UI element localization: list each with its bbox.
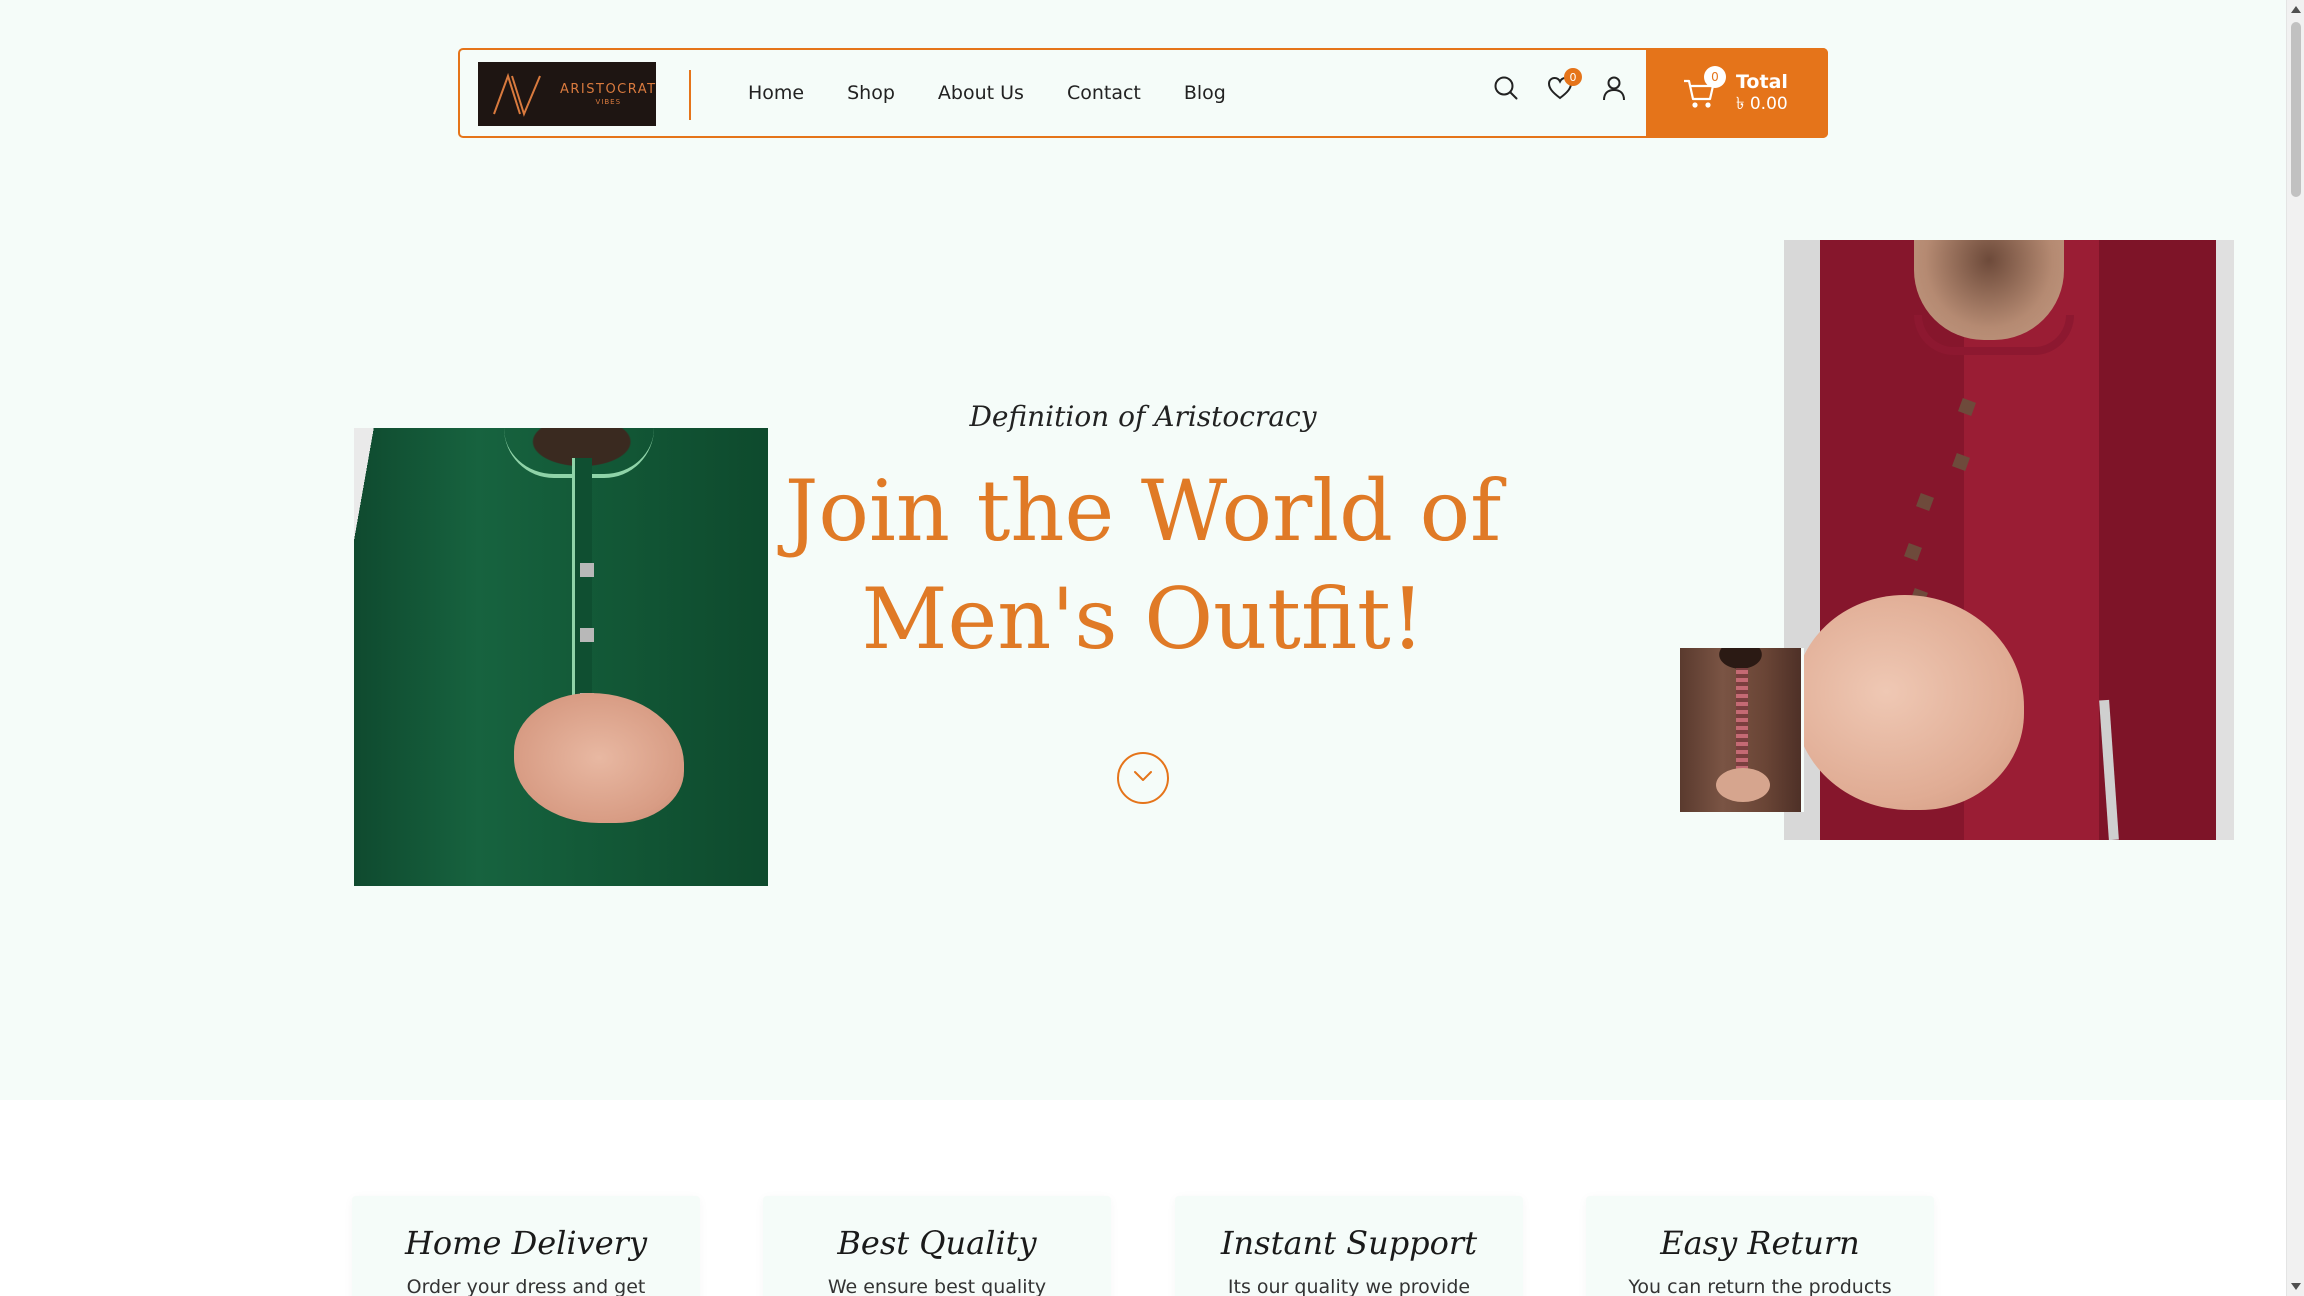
image-button [1916,493,1934,511]
cart-count-badge: 0 [1704,66,1726,88]
image-button [1952,453,1970,471]
image-button [1904,543,1922,561]
feature-card-home-delivery: Home Delivery Order your dress and get [352,1196,700,1296]
site-header: ARISTOCRAT VIBES Home Shop About Us Cont… [458,48,1828,138]
user-icon [1602,75,1626,101]
hero-title-line-1: Join the World of [784,462,1502,560]
page-scrollbar[interactable] [2286,0,2304,1296]
cart-summary: Total ৳ 0.00 [1736,71,1788,114]
search-button[interactable] [1490,72,1522,104]
feature-title: Instant Support [1220,1224,1478,1262]
cart-button[interactable]: 0 Total ৳ 0.00 [1646,48,1828,138]
nav-item-shop[interactable]: Shop [847,82,895,104]
feature-desc: Order your dress and get [406,1276,646,1296]
header-divider [689,70,691,120]
logo-mark-icon [490,70,546,118]
nav-item-blog[interactable]: Blog [1184,82,1226,104]
logo-sub: VIBES [595,97,622,106]
feature-title: Easy Return [1660,1224,1860,1262]
image-hand [514,693,684,823]
feature-desc: You can return the products [1628,1276,1892,1296]
main-nav: Home Shop About Us Contact Blog [748,50,1226,136]
image-cuff [2099,699,2119,840]
feature-desc: Its our quality we provide [1227,1276,1471,1296]
cart-total-amount: ৳ 0.00 [1736,94,1788,115]
logo-name: ARISTOCRAT [560,81,657,97]
nav-item-about-us[interactable]: About Us [938,82,1024,104]
hero-image-green-kurta [354,428,768,886]
search-icon [1493,75,1519,101]
chevron-down-icon [1132,769,1154,788]
image-button [580,563,594,577]
wishlist-count-badge: 0 [1564,68,1582,86]
cart-icon-wrap: 0 [1682,66,1726,110]
image-button [580,628,594,642]
hero-image-red-kurta [1784,240,2234,840]
header-icons: 0 [1490,68,1630,104]
nav-item-contact[interactable]: Contact [1067,82,1141,104]
image-placket [1736,668,1748,778]
feature-title: Home Delivery [404,1224,648,1262]
scroll-down-button[interactable] [1117,752,1169,804]
image-collar [1914,315,2074,355]
cart-icon [1682,79,1716,114]
hero-title: Join the World of Men's Outfit! [770,457,1516,673]
wishlist-button[interactable]: 0 [1544,68,1582,104]
feature-card-easy-return: Easy Return You can return the products [1586,1196,1934,1296]
scroll-down-arrow-icon[interactable] [2291,1283,2301,1290]
image-hand [1716,768,1770,802]
hero-image-brown-kurta [1680,648,1804,812]
scroll-up-arrow-icon[interactable] [2291,6,2301,13]
hero-subtitle: Definition of Aristocracy [969,400,1317,433]
cart-total-label: Total [1736,71,1788,94]
brand-logo[interactable]: ARISTOCRAT VIBES [478,62,656,126]
feature-desc: We ensure best quality [827,1276,1047,1296]
feature-card-instant-support: Instant Support Its our quality we provi… [1175,1196,1523,1296]
feature-title: Best Quality [837,1224,1037,1262]
image-button [1958,398,1976,416]
scrollbar-thumb[interactable] [2291,22,2301,197]
image-hand [1794,595,2024,810]
account-button[interactable] [1598,72,1630,104]
feature-card-best-quality: Best Quality We ensure best quality [763,1196,1111,1296]
hero-text: Definition of Aristocracy Join the World… [770,400,1516,673]
logo-text: ARISTOCRAT VIBES [560,83,657,106]
features-section [0,1100,2286,1296]
hero-title-line-2: Men's Outfit! [861,570,1425,668]
nav-item-home[interactable]: Home [748,82,804,104]
